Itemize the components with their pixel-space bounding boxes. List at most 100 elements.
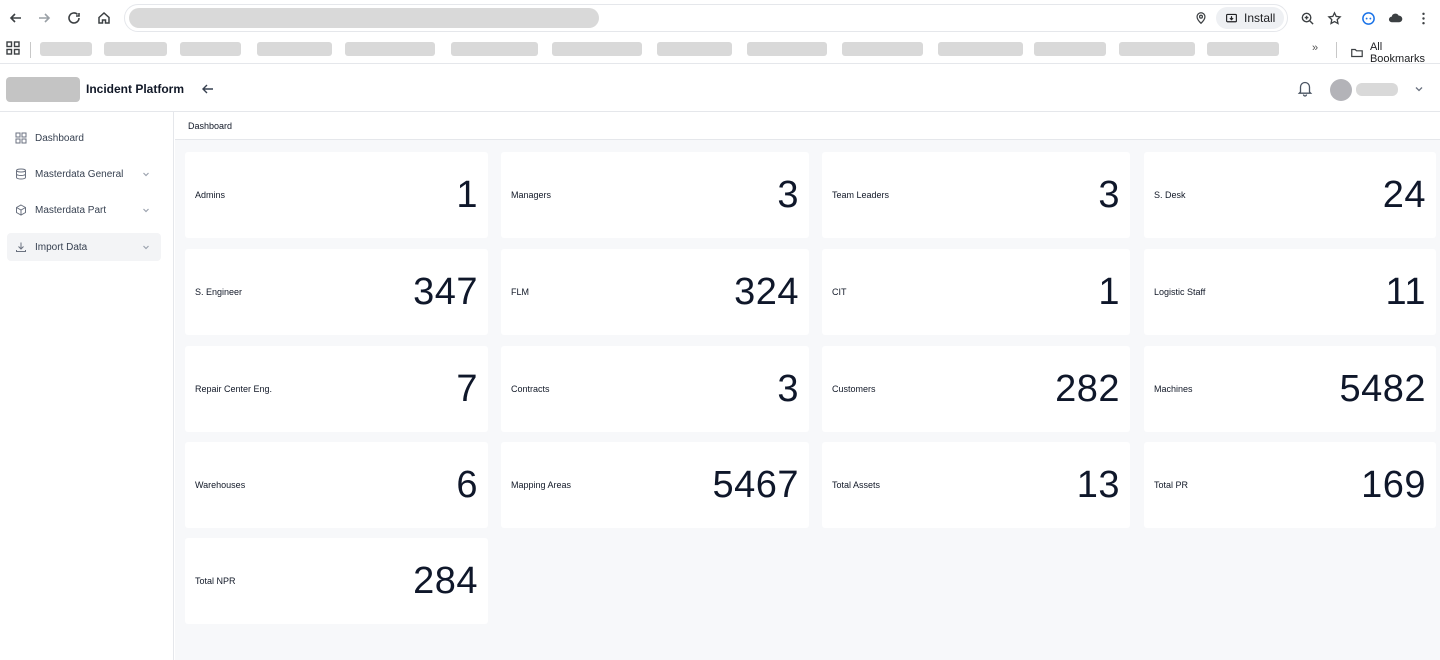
stat-value: 1 xyxy=(1098,271,1120,313)
bookmark-item[interactable] xyxy=(1207,42,1279,56)
url-redacted xyxy=(129,8,599,28)
install-button[interactable]: Install xyxy=(1216,7,1284,29)
stat-label: Logistic Staff xyxy=(1154,287,1206,297)
stat-card-managers: Managers 3 xyxy=(501,152,809,238)
stat-card-admins: Admins 1 xyxy=(185,152,488,238)
stat-value: 1 xyxy=(456,174,478,216)
zoom-icon[interactable] xyxy=(1298,9,1316,27)
install-icon xyxy=(1226,13,1237,22)
bookmark-item[interactable] xyxy=(842,42,923,56)
bookmark-item[interactable] xyxy=(657,42,732,56)
stat-card-mapping-areas: Mapping Areas 5467 xyxy=(501,442,809,528)
bookmark-item[interactable] xyxy=(180,42,241,56)
stat-label: Warehouses xyxy=(195,480,246,490)
stat-value: 284 xyxy=(413,560,478,602)
stat-label: FLM xyxy=(511,287,529,297)
stat-card-total-assets: Total Assets 13 xyxy=(822,442,1130,528)
stat-value: 5482 xyxy=(1339,368,1426,410)
stat-card-repair-center-eng: Repair Center Eng. 7 xyxy=(185,346,488,432)
bookmark-item[interactable] xyxy=(257,42,332,56)
sidebar-item-masterdata-part[interactable]: Masterdata Part xyxy=(7,196,161,224)
sidebar-item-import-data[interactable]: Import Data xyxy=(7,233,161,261)
stat-value: 324 xyxy=(734,271,799,313)
stat-card-logistic-staff: Logistic Staff 11 xyxy=(1144,249,1436,335)
avatar[interactable] xyxy=(1330,79,1352,101)
sidebar-item-label: Masterdata Part xyxy=(35,204,107,216)
stat-card-flm: FLM 324 xyxy=(501,249,809,335)
stat-card-s-desk: S. Desk 24 xyxy=(1144,152,1436,238)
stat-card-machines: Machines 5482 xyxy=(1144,346,1436,432)
all-bookmarks-button[interactable]: All Bookmarks xyxy=(1350,41,1440,65)
bookmark-item[interactable] xyxy=(345,42,435,56)
bookmark-item[interactable] xyxy=(1034,42,1106,56)
stat-value: 11 xyxy=(1385,271,1426,313)
star-icon[interactable] xyxy=(1325,9,1343,27)
sidebar-item-label: Masterdata General xyxy=(35,168,124,180)
stat-label: Team Leaders xyxy=(832,190,890,200)
stat-label: Total Assets xyxy=(832,480,881,490)
collapse-sidebar-arrow-icon[interactable] xyxy=(200,81,216,97)
app-header: Incident Platform xyxy=(0,66,1440,112)
reload-icon[interactable] xyxy=(64,8,84,28)
chevron-down-icon[interactable] xyxy=(1413,83,1425,95)
stat-label: Managers xyxy=(511,190,552,200)
bookmark-item[interactable] xyxy=(552,42,642,56)
stat-card-s-engineer: S. Engineer 347 xyxy=(185,249,488,335)
stat-label: Machines xyxy=(1154,384,1193,394)
stat-value: 282 xyxy=(1055,368,1120,410)
grid-icon xyxy=(15,132,27,144)
extension-icon[interactable] xyxy=(1359,9,1377,27)
stat-card-warehouses: Warehouses 6 xyxy=(185,442,488,528)
main-content: Dashboard Admins 1 Managers 3 Team Leade… xyxy=(175,112,1440,660)
logo[interactable] xyxy=(6,77,80,102)
stat-value: 7 xyxy=(456,368,478,410)
stat-label: Contracts xyxy=(511,384,550,394)
bookmarks-divider xyxy=(30,42,31,58)
sidebar: Dashboard Masterdata General Masterdata … xyxy=(0,112,174,660)
stat-value: 24 xyxy=(1382,174,1426,216)
bookmark-item[interactable] xyxy=(747,42,827,56)
bell-icon[interactable] xyxy=(1296,79,1314,97)
location-icon[interactable] xyxy=(1193,10,1209,26)
bookmark-item[interactable] xyxy=(938,42,1023,56)
address-bar[interactable] xyxy=(124,4,1288,32)
chevron-down-icon xyxy=(143,172,149,177)
app-title: Incident Platform xyxy=(86,82,185,96)
bookmarks-bar: » All Bookmarks xyxy=(0,36,1440,65)
user-name-redacted[interactable] xyxy=(1356,83,1398,96)
stat-card-total-pr: Total PR 169 xyxy=(1144,442,1436,528)
bookmark-item[interactable] xyxy=(1119,42,1195,56)
bookmarks-overflow-button[interactable]: » xyxy=(1312,42,1318,54)
stat-value: 5467 xyxy=(712,464,799,506)
back-icon[interactable] xyxy=(6,8,26,28)
bookmark-item[interactable] xyxy=(451,42,538,56)
bookmark-item[interactable] xyxy=(40,42,92,56)
stat-value: 169 xyxy=(1361,464,1426,506)
stat-label: Mapping Areas xyxy=(511,480,572,490)
apps-grid-icon[interactable] xyxy=(6,41,20,55)
stat-card-total-npr: Total NPR 284 xyxy=(185,538,488,624)
stat-value: 3 xyxy=(1098,174,1120,216)
stat-card-cit: CIT 1 xyxy=(822,249,1130,335)
stat-label: Total NPR xyxy=(195,576,236,586)
stat-card-team-leaders: Team Leaders 3 xyxy=(822,152,1130,238)
stat-label: Customers xyxy=(832,384,876,394)
breadcrumb-bar: Dashboard xyxy=(175,112,1440,140)
forward-icon[interactable] xyxy=(34,8,54,28)
stat-value: 6 xyxy=(456,464,478,506)
cloud-extension-icon[interactable] xyxy=(1386,9,1404,27)
chevron-down-icon xyxy=(143,245,149,250)
stat-label: S. Engineer xyxy=(195,287,243,297)
sidebar-item-dashboard[interactable]: Dashboard xyxy=(7,124,161,152)
chevron-down-icon xyxy=(143,208,149,213)
install-label: Install xyxy=(1244,11,1276,25)
stat-label: CIT xyxy=(832,287,847,297)
bookmark-item[interactable] xyxy=(104,42,167,56)
stat-value: 13 xyxy=(1076,464,1120,506)
sidebar-item-label: Import Data xyxy=(35,241,88,253)
home-icon[interactable] xyxy=(94,8,114,28)
stat-label: S. Desk xyxy=(1154,190,1186,200)
sidebar-item-masterdata-general[interactable]: Masterdata General xyxy=(7,160,161,188)
menu-kebab-icon[interactable] xyxy=(1414,9,1432,27)
bookmarks-divider xyxy=(1336,42,1337,58)
